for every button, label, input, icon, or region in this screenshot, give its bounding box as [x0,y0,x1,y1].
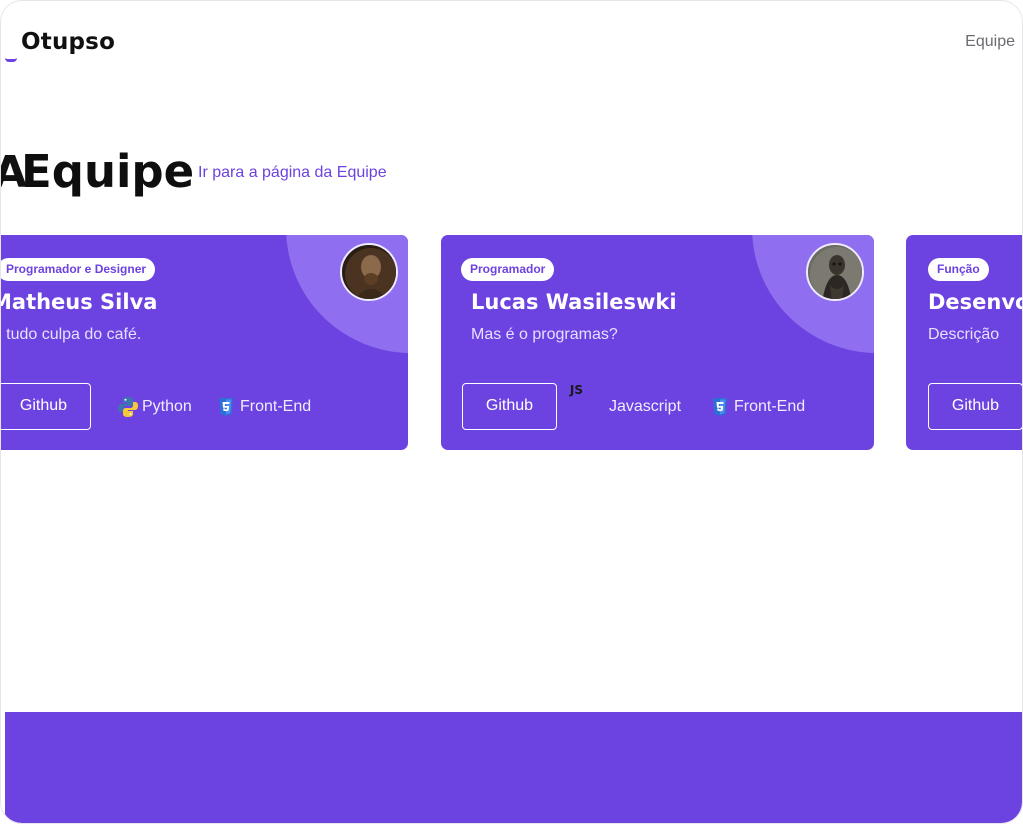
github-button[interactable]: Github [1,383,91,430]
section-title: Equipe [21,145,195,198]
tech-label: Python [142,398,192,415]
tech-label: Front-End [734,398,806,415]
page: Otupso Equipe A Equipe Ir para a página … [0,0,1023,824]
logo[interactable]: Otupso [21,29,115,55]
logo-underline-icon [5,58,17,62]
css3-icon [215,396,237,418]
tech-label: Javascript [609,398,682,415]
tech-tag: Python [117,395,192,419]
github-button[interactable]: Github [462,383,557,430]
team-card: Programador e Designer Matheus Silva É t… [0,235,408,450]
team-page-link[interactable]: Ir para a página da Equipe [198,164,387,182]
github-button[interactable]: Github [928,383,1022,430]
footer [5,712,1022,823]
member-name: Lucas Wasileswki [471,290,677,314]
tech-tag: JS Javascript [569,383,682,419]
member-description: É tudo culpa do café. [0,326,142,343]
role-badge: Programador [461,258,555,281]
tech-tag: Front-End [709,395,805,419]
avatar [340,243,398,301]
team-card: Função Desenvolvedor Descrição Github [906,235,1022,450]
tech-label: Front-End [240,398,312,415]
member-name: Desenvolvedor [928,290,1022,314]
role-badge: Programador e Designer [1,258,156,281]
member-description: Mas é o programas? [471,326,618,343]
team-card: Programador Lucas Wasileswki Mas é o pro… [441,235,874,450]
role-badge: Função [928,258,989,281]
nav-link-equipe[interactable]: Equipe [965,33,1015,51]
css3-icon [709,396,731,418]
member-name: Matheus Silva [0,290,158,314]
member-description: Descrição [928,326,1000,343]
avatar [806,243,864,301]
python-icon [117,396,139,418]
javascript-icon: JS [569,383,583,397]
tech-tag: Front-End [215,395,311,419]
